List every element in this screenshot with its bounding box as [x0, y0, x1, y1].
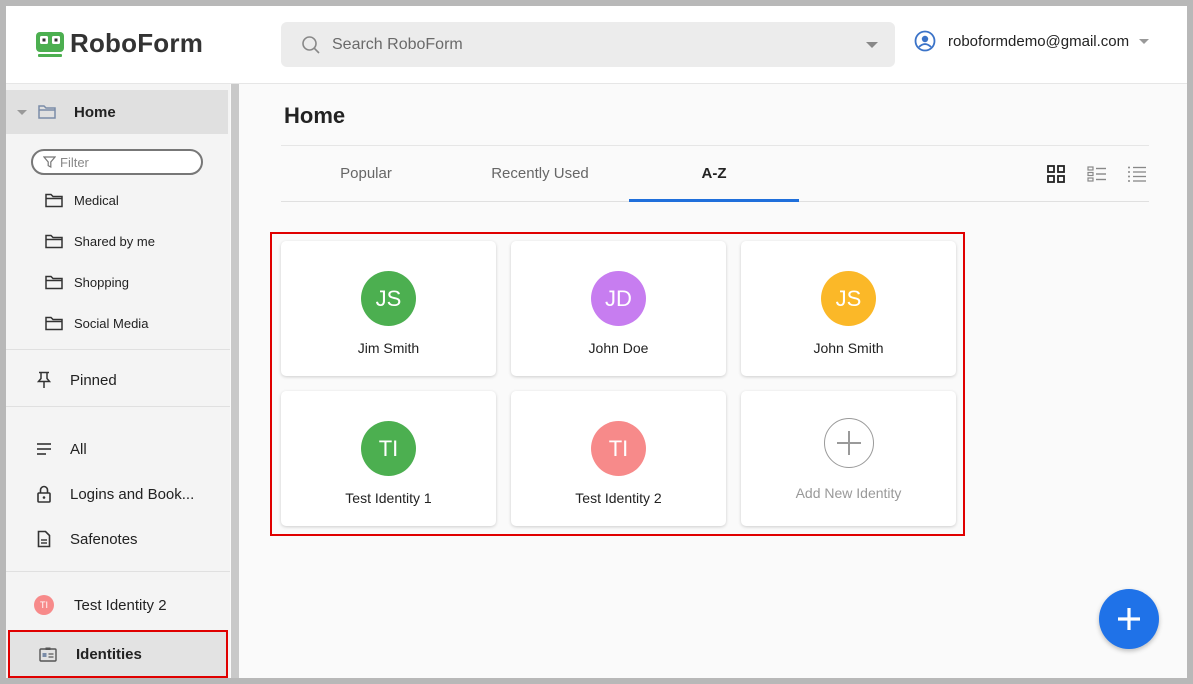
folder-open-icon — [37, 102, 57, 122]
avatar: JS — [821, 271, 876, 326]
filter-field[interactable] — [31, 149, 203, 175]
id-card-icon — [38, 644, 58, 664]
sidebar-item-test-identity-2[interactable]: TI Test Identity 2 — [34, 595, 167, 615]
sidebar-item-identities[interactable]: Identities — [8, 630, 228, 678]
plus-icon — [1116, 606, 1142, 632]
avatar: TI — [34, 595, 54, 615]
tab-recently-used[interactable]: Recently Used — [455, 145, 625, 202]
avatar: JD — [591, 271, 646, 326]
avatar: TI — [591, 421, 646, 476]
tab-popular[interactable]: Popular — [281, 145, 451, 202]
folder-label: Shared by me — [74, 233, 155, 249]
add-new-identity-card[interactable]: Add New Identity — [741, 391, 956, 526]
identity-name: John Smith — [813, 340, 884, 356]
sidebar-folder-shopping[interactable]: Shopping — [44, 272, 129, 292]
sidebar-divider — [6, 406, 230, 407]
folder-icon — [44, 272, 64, 292]
compact-list-icon[interactable] — [1127, 165, 1147, 185]
identity-name: Test Identity 2 — [575, 490, 662, 506]
folder-label: Medical — [74, 192, 119, 208]
add-item-fab-button[interactable] — [1099, 589, 1159, 649]
sidebar-folder-medical[interactable]: Medical — [44, 190, 119, 210]
collapse-arrow-icon[interactable] — [17, 109, 27, 115]
identity-card-john-smith[interactable]: JS John Smith — [741, 241, 956, 376]
sidebar-item-safenotes[interactable]: Safenotes — [34, 529, 138, 549]
sidebar-item-label: Safenotes — [70, 530, 138, 548]
sidebar-item-home[interactable]: Home — [6, 90, 228, 134]
folder-label: Shopping — [74, 274, 129, 290]
identity-card-test-identity-1[interactable]: TI Test Identity 1 — [281, 391, 496, 526]
account-menu[interactable]: roboformdemo@gmail.com — [914, 30, 1150, 52]
search-icon — [301, 35, 321, 55]
user-circle-icon — [914, 30, 936, 52]
grid-view-icon[interactable] — [1047, 165, 1067, 185]
identity-name: Test Identity 1 — [345, 490, 432, 506]
list-view-icon[interactable] — [1087, 165, 1107, 185]
sidebar-item-label: Pinned — [70, 371, 117, 389]
sidebar-item-all[interactable]: All — [34, 439, 87, 459]
identity-card-john-doe[interactable]: JD John Doe — [511, 241, 726, 376]
folder-label: Social Media — [74, 315, 149, 331]
note-icon — [34, 529, 54, 549]
sidebar-item-label: Logins and Book... — [70, 485, 195, 503]
add-identity-label: Add New Identity — [795, 485, 902, 501]
avatar: TI — [361, 421, 416, 476]
add-circle — [823, 418, 874, 468]
identity-name: Jim Smith — [357, 340, 420, 356]
sidebar-divider — [6, 349, 230, 350]
pin-icon — [34, 370, 54, 390]
active-tab-indicator — [629, 199, 799, 202]
sidebar-item-label: All — [70, 440, 87, 458]
folder-icon — [44, 231, 64, 251]
search-bar[interactable] — [281, 22, 895, 67]
logo-text: RoboForm — [70, 28, 204, 58]
lock-icon — [34, 484, 54, 504]
plus-icon — [836, 430, 862, 456]
folder-icon — [44, 313, 64, 333]
sidebar-item-logins[interactable]: Logins and Book... — [34, 484, 194, 504]
chevron-down-icon — [1139, 38, 1150, 44]
sidebar-folder-social-media[interactable]: Social Media — [44, 313, 148, 333]
identity-card-jim-smith[interactable]: JS Jim Smith — [281, 241, 496, 376]
logo[interactable]: RoboForm — [35, 28, 203, 59]
search-input[interactable] — [332, 22, 866, 67]
page-title: Home — [284, 103, 346, 128]
filter-input[interactable] — [60, 154, 180, 170]
avatar: JS — [361, 271, 416, 326]
search-dropdown-icon[interactable] — [866, 41, 878, 48]
top-bar: RoboForm roboformdemo@gmail.com — [6, 6, 1187, 84]
account-email: roboformdemo@gmail.com — [948, 32, 1130, 50]
sidebar-item-pinned[interactable]: Pinned — [34, 370, 117, 390]
identity-name: John Doe — [588, 340, 649, 356]
sidebar-item-home-label: Home — [74, 103, 116, 121]
sidebar-divider — [6, 571, 230, 572]
app-window: RoboForm roboformdemo@gmail.com Home — [6, 6, 1187, 678]
sidebar: Home Medical Shared by me Shopping Socia… — [6, 84, 230, 678]
filter-icon — [43, 155, 56, 169]
tab-a-z[interactable]: A-Z — [629, 145, 799, 202]
sidebar-item-label: Test Identity 2 — [74, 596, 167, 614]
sidebar-item-label: Identities — [76, 645, 142, 663]
folder-icon — [44, 190, 64, 210]
sidebar-folder-shared-by-me[interactable]: Shared by me — [44, 231, 155, 251]
sidebar-scrollbar[interactable] — [231, 84, 239, 678]
list-icon — [34, 439, 54, 459]
roboform-logo-icon — [35, 29, 65, 59]
identity-card-test-identity-2[interactable]: TI Test Identity 2 — [511, 391, 726, 526]
